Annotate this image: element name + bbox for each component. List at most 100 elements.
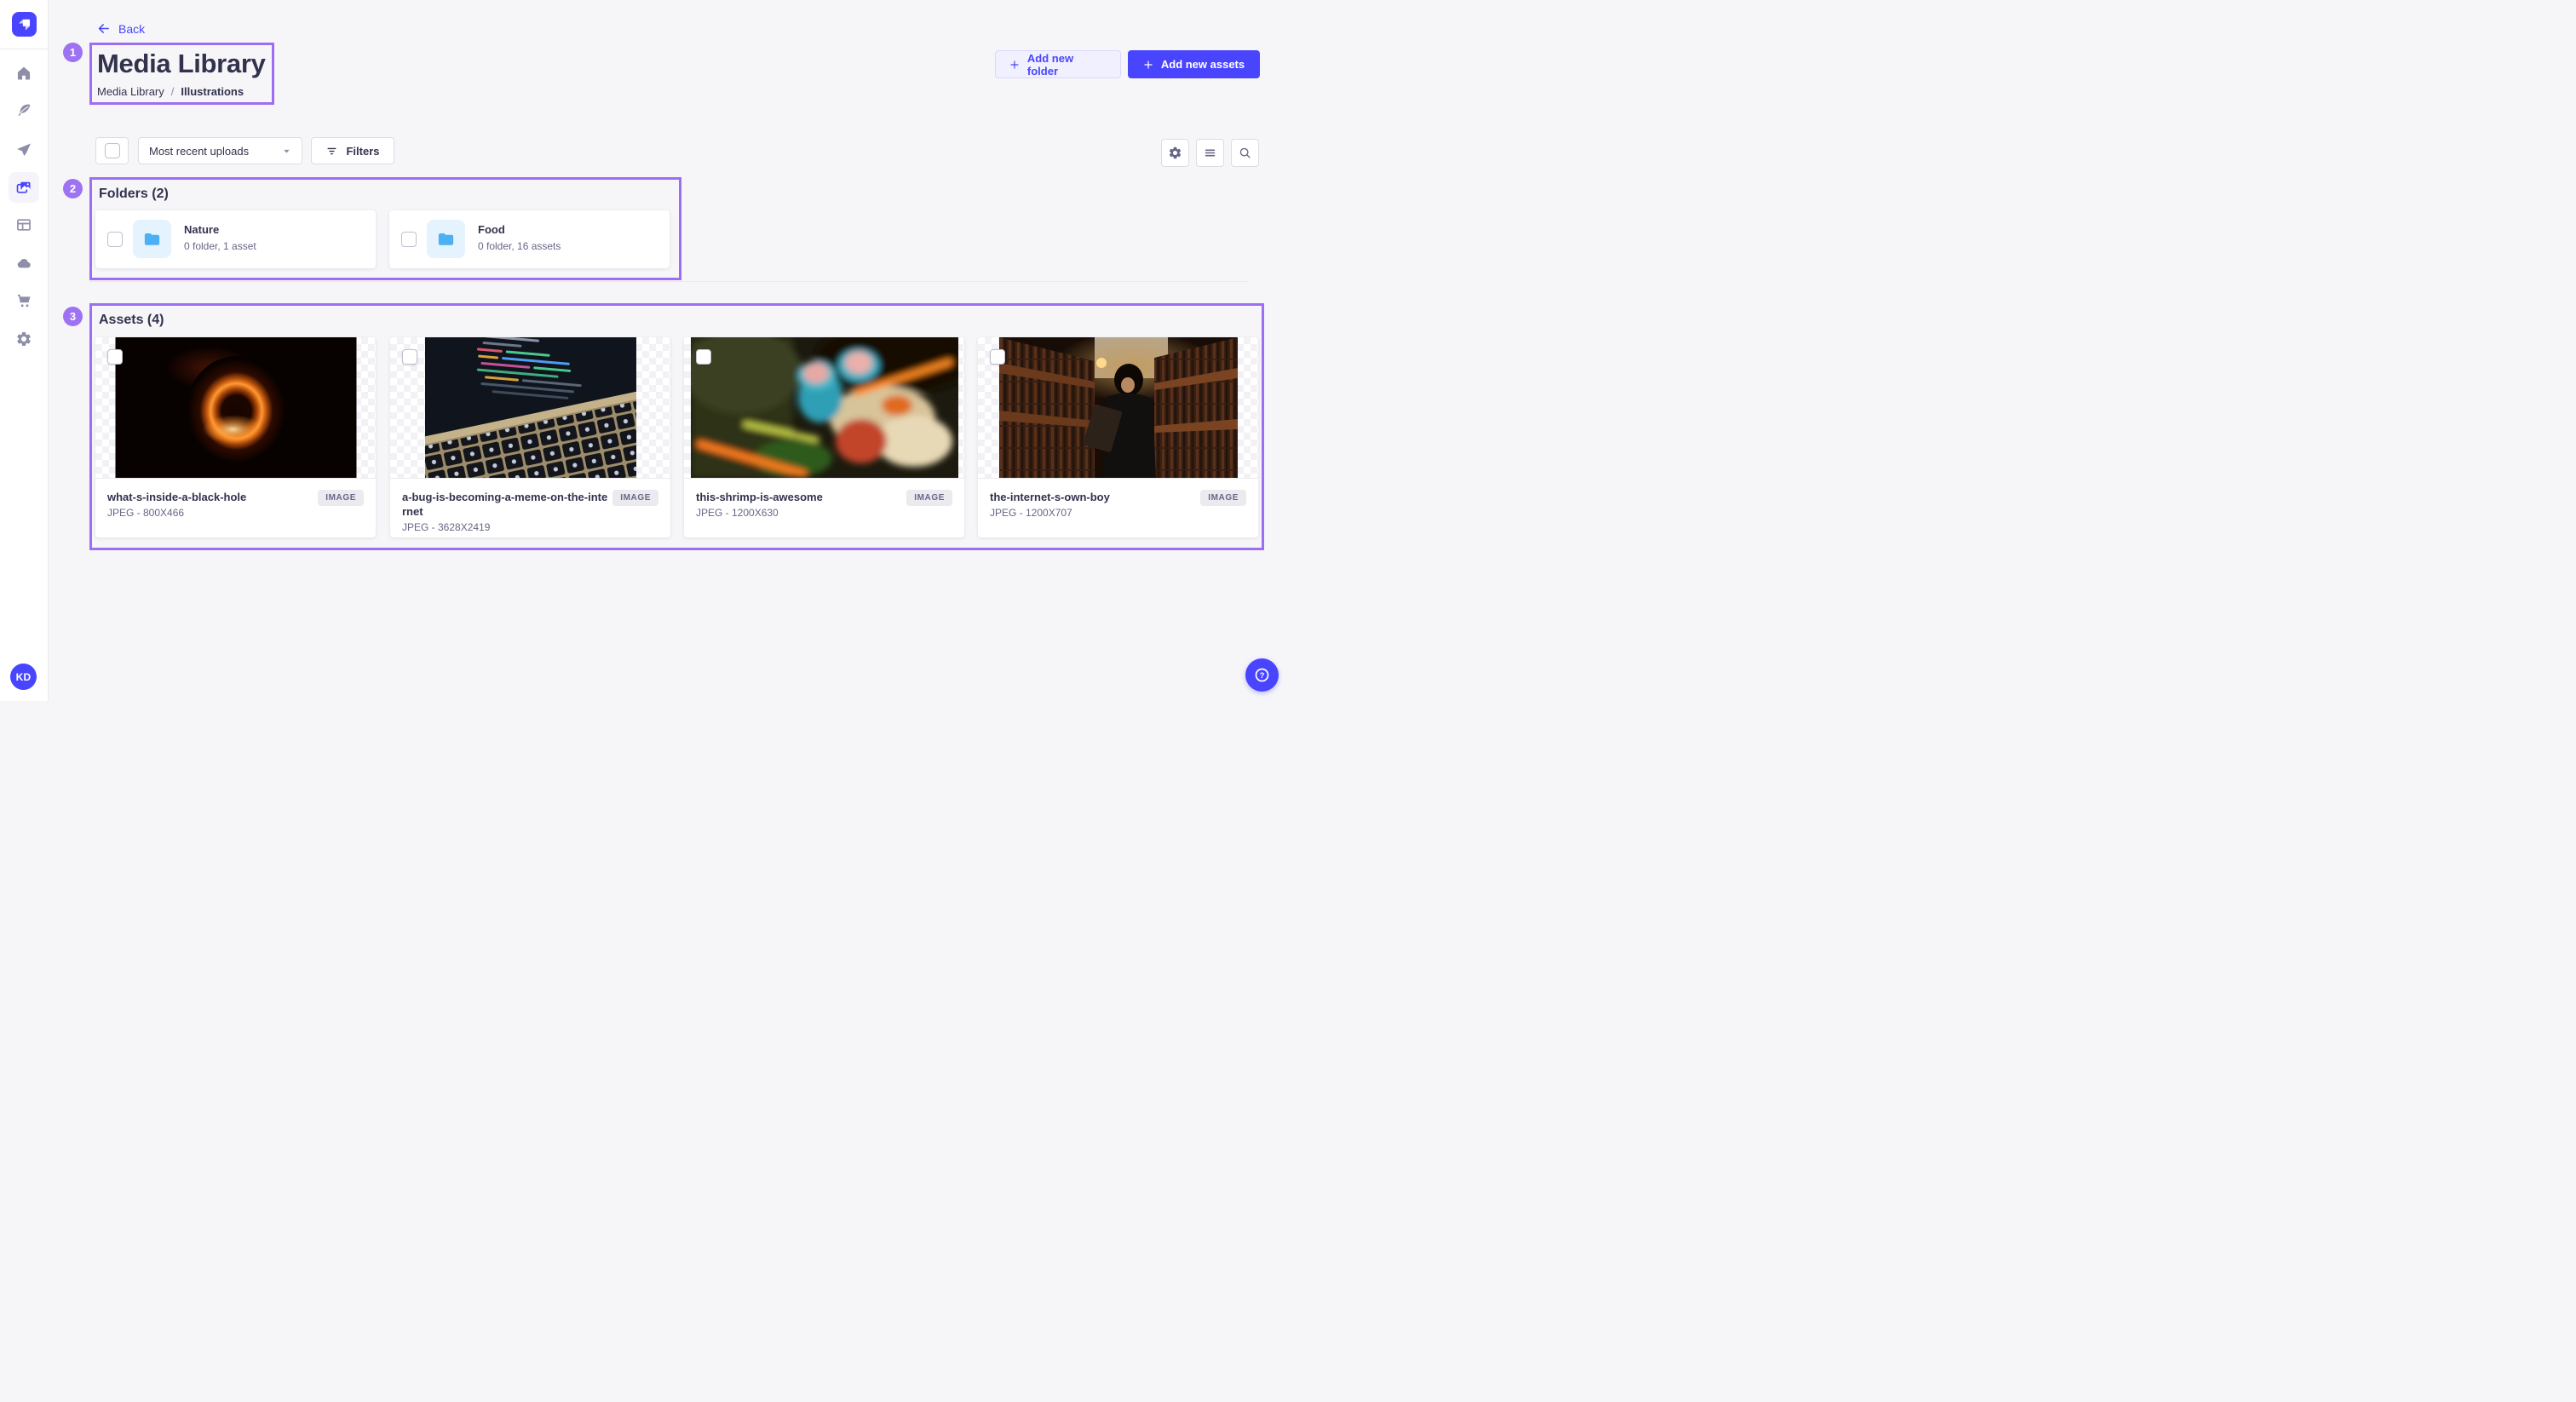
sidebar-item-media-library[interactable] — [9, 172, 39, 203]
folder-card-nature[interactable]: Nature 0 folder, 1 asset — [95, 210, 376, 268]
caret-down-icon — [282, 147, 291, 156]
cart-icon — [15, 292, 32, 309]
sidebar-item-content-type-builder[interactable] — [9, 210, 39, 240]
asset-title: this-shrimp-is-awesome — [696, 490, 904, 504]
folder-checkbox[interactable] — [401, 232, 417, 247]
asset-type-badge: IMAGE — [1200, 490, 1246, 506]
sidebar-item-settings[interactable] — [9, 324, 39, 354]
asset-checkbox[interactable] — [990, 349, 1005, 365]
select-all-button[interactable] — [95, 137, 129, 164]
asset-thumbnail-shrimp — [691, 337, 958, 478]
asset-title: the-internet-s-own-boy — [990, 490, 1198, 504]
asset-card-black-hole[interactable]: what-s-inside-a-black-hole JPEG - 800X46… — [95, 337, 376, 537]
section-divider — [89, 281, 1249, 282]
add-new-assets-button[interactable]: Add new assets — [1128, 50, 1260, 78]
add-new-assets-label: Add new assets — [1161, 58, 1245, 71]
plus-icon — [1009, 60, 1020, 70]
breadcrumb-current: Illustrations — [181, 85, 244, 98]
folder-tile — [427, 220, 465, 258]
cloud-icon — [15, 255, 32, 272]
asset-info: the-internet-s-own-boy JPEG - 1200X707 I… — [978, 478, 1258, 537]
asset-checkbox[interactable] — [107, 349, 123, 365]
asset-title: a-bug-is-becoming-a-meme-on-the-internet — [402, 490, 610, 519]
folder-name: Food — [478, 223, 505, 236]
asset-thumbnail-area — [95, 337, 376, 478]
sort-select-value: Most recent uploads — [149, 145, 249, 158]
strapi-logo-icon — [12, 12, 37, 37]
filters-button[interactable]: Filters — [311, 137, 394, 164]
back-link[interactable]: Back — [96, 21, 145, 36]
assets-heading: Assets (4) — [99, 313, 164, 328]
svg-text:?: ? — [1260, 671, 1265, 681]
sidebar-item-releases[interactable] — [9, 135, 39, 165]
annotation-badge-1: 1 — [63, 43, 83, 62]
folder-tile — [133, 220, 171, 258]
home-icon — [15, 65, 32, 82]
asset-thumbnail-library — [999, 337, 1238, 478]
list-icon — [1203, 146, 1217, 160]
folder-meta: 0 folder, 1 asset — [184, 240, 256, 252]
select-all-checkbox[interactable] — [105, 143, 120, 158]
folder-meta: 0 folder, 16 assets — [478, 240, 561, 252]
asset-thumbnail-laptop — [425, 337, 636, 478]
asset-card-shrimp[interactable]: this-shrimp-is-awesome JPEG - 1200X630 I… — [684, 337, 964, 537]
asset-meta: JPEG - 3628X2419 — [402, 521, 658, 533]
sort-select[interactable]: Most recent uploads — [138, 137, 302, 164]
gear-icon — [15, 330, 32, 348]
breadcrumb-separator: / — [171, 85, 175, 98]
breadcrumb-parent[interactable]: Media Library — [97, 85, 164, 98]
feather-icon — [15, 102, 32, 119]
media-library-icon — [15, 179, 32, 196]
asset-info: this-shrimp-is-awesome JPEG - 1200X630 I… — [684, 478, 964, 537]
page-title: Media Library — [97, 49, 266, 79]
avatar[interactable]: KD — [10, 664, 37, 690]
folder-checkbox[interactable] — [107, 232, 123, 247]
asset-thumbnail-black-hole — [115, 337, 356, 478]
filter-icon — [325, 145, 338, 158]
strapi-logo[interactable] — [12, 12, 37, 37]
sidebar-item-home[interactable] — [9, 58, 39, 89]
asset-title: what-s-inside-a-black-hole — [107, 490, 315, 504]
asset-meta: JPEG - 1200X707 — [990, 507, 1246, 519]
folders-heading: Folders (2) — [99, 187, 169, 202]
asset-type-badge: IMAGE — [612, 490, 658, 506]
asset-type-badge: IMAGE — [906, 490, 952, 506]
search-button[interactable] — [1231, 139, 1259, 167]
asset-checkbox[interactable] — [696, 349, 711, 365]
question-icon: ? — [1254, 667, 1270, 683]
sidebar: KD — [0, 0, 49, 701]
search-icon — [1238, 146, 1252, 160]
asset-meta: JPEG - 1200X630 — [696, 507, 952, 519]
sidebar-item-cloud[interactable] — [9, 248, 39, 279]
asset-card-bug-meme[interactable]: a-bug-is-becoming-a-meme-on-the-internet… — [390, 337, 670, 537]
view-settings-button[interactable] — [1161, 139, 1189, 167]
annotation-badge-2: 2 — [63, 179, 83, 198]
asset-type-badge: IMAGE — [318, 490, 364, 506]
folder-icon — [436, 229, 456, 249]
asset-thumbnail-area — [390, 337, 670, 478]
breadcrumb: Media Library / Illustrations — [97, 85, 244, 98]
asset-card-internet-own-boy[interactable]: the-internet-s-own-boy JPEG - 1200X707 I… — [978, 337, 1258, 537]
asset-checkbox[interactable] — [402, 349, 417, 365]
add-new-folder-label: Add new folder — [1027, 52, 1107, 78]
sidebar-item-content-manager[interactable] — [9, 95, 39, 126]
paper-plane-icon — [15, 141, 32, 158]
back-label: Back — [118, 22, 145, 36]
layout-panel-icon — [15, 216, 32, 233]
add-new-folder-button[interactable]: Add new folder — [995, 50, 1121, 78]
folder-card-food[interactable]: Food 0 folder, 16 assets — [389, 210, 670, 268]
sidebar-item-marketplace[interactable] — [9, 285, 39, 316]
asset-thumbnail-area — [684, 337, 964, 478]
annotation-badge-3: 3 — [63, 307, 83, 326]
folder-name: Nature — [184, 223, 219, 236]
help-button[interactable]: ? — [1245, 658, 1279, 692]
asset-thumbnail-area — [978, 337, 1258, 478]
list-view-button[interactable] — [1196, 139, 1224, 167]
asset-info: what-s-inside-a-black-hole JPEG - 800X46… — [95, 478, 376, 537]
arrow-left-icon — [96, 21, 111, 36]
media-library-page: KD Back 1 Media Library Media Library / … — [0, 0, 1288, 701]
gear-icon — [1168, 146, 1182, 160]
folder-icon — [142, 229, 162, 249]
asset-meta: JPEG - 800X466 — [107, 507, 364, 519]
filters-label: Filters — [346, 145, 379, 158]
